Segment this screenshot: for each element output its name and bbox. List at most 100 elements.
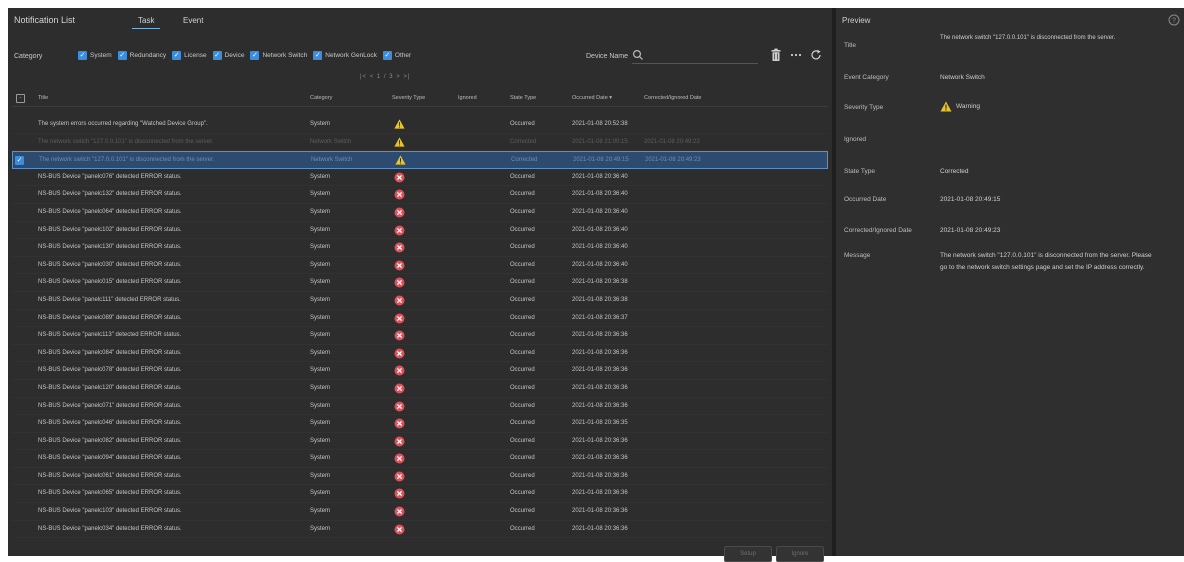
- pagination[interactable]: |< < 1 / 3 > >|: [360, 74, 410, 80]
- table-row[interactable]: NS-BUS Device "panelc034" detected ERROR…: [12, 521, 828, 539]
- table-row[interactable]: NS-BUS Device "panelc103" detected ERROR…: [12, 503, 828, 521]
- cell-occurred-date: 2021-01-08 20:36:40: [572, 208, 628, 215]
- error-icon: [394, 365, 405, 376]
- cell-category: System: [310, 402, 331, 409]
- table-row[interactable]: NS-BUS Device "panelc102" detected ERROR…: [12, 222, 828, 240]
- column-header-state[interactable]: State Type: [510, 95, 536, 101]
- cell-category: System: [310, 226, 331, 233]
- table-row[interactable]: NS-BUS Device "panelc076" detected ERROR…: [12, 169, 828, 187]
- cell-title: NS-BUS Device "panelc064" detected ERROR…: [38, 208, 182, 215]
- cell-title: NS-BUS Device "panelc061" detected ERROR…: [38, 472, 182, 479]
- table-row[interactable]: NS-BUS Device "panelc113" detected ERROR…: [12, 327, 828, 345]
- select-all-checkbox[interactable]: -: [16, 94, 25, 103]
- table-header: - Title Category Severity Type Ignored S…: [12, 91, 828, 107]
- table-row[interactable]: NS-BUS Device "panelc046" detected ERROR…: [12, 415, 828, 433]
- tab-event[interactable]: Event: [183, 16, 203, 25]
- table-row[interactable]: NS-BUS Device "panelc064" detected ERROR…: [12, 204, 828, 222]
- checkbox-checked-icon[interactable]: ✓: [212, 51, 222, 60]
- cell-category: System: [310, 314, 331, 321]
- table-row[interactable]: NS-BUS Device "panelc061" detected ERROR…: [12, 468, 828, 486]
- table-row[interactable]: The system errors occurred regarding "Wa…: [12, 116, 828, 134]
- checkbox-checked-icon[interactable]: ✓: [78, 51, 87, 60]
- cell-state: Occurred: [510, 332, 535, 339]
- more-icon[interactable]: [790, 52, 802, 58]
- device-name-input[interactable]: [648, 49, 756, 62]
- table-row[interactable]: NS-BUS Device "panelc094" detected ERROR…: [12, 450, 828, 468]
- category-checkbox-network-switch[interactable]: ✓ Network Switch: [250, 51, 307, 60]
- category-checkbox-network-genlock[interactable]: ✓ Network GenLock: [313, 51, 377, 60]
- ignore-button[interactable]: Ignore: [776, 546, 824, 562]
- category-checkbox-device[interactable]: ✓ Device: [212, 51, 244, 60]
- cell-occurred-date: 2021-01-08 20:36:36: [572, 437, 628, 444]
- cell-category: System: [310, 296, 331, 303]
- cell-occurred-date: 2021-01-08 20:36:36: [572, 508, 628, 515]
- cell-state: Occurred: [510, 349, 535, 356]
- checkbox-checked-icon[interactable]: ✓: [313, 51, 323, 60]
- table-row[interactable]: NS-BUS Device "panelc111" detected ERROR…: [12, 292, 828, 310]
- preview-ignored-key: Ignored: [844, 136, 867, 143]
- checkbox-checked-icon[interactable]: ✓: [117, 51, 127, 60]
- category-checkbox-redundancy[interactable]: ✓ Redundancy: [117, 51, 167, 60]
- cell-occurred-date: 2021-01-08 21:00:15: [572, 138, 628, 145]
- column-header-title[interactable]: Title: [38, 95, 48, 101]
- category-checkbox-label: Network Switch: [262, 52, 308, 59]
- table-row[interactable]: NS-BUS Device "panelc120" detected ERROR…: [12, 380, 828, 398]
- table-row[interactable]: NS-BUS Device "panelc071" detected ERROR…: [12, 398, 828, 416]
- table-row[interactable]: NS-BUS Device "panelc082" detected ERROR…: [12, 433, 828, 451]
- preview-message-key: Message: [844, 252, 871, 259]
- table-row[interactable]: NS-BUS Device "panelc132" detected ERROR…: [12, 186, 828, 204]
- cell-occurred-date: 2021-01-08 20:36:36: [572, 349, 628, 356]
- cell-state: Occurred: [510, 420, 535, 427]
- cell-occurred-date: 2021-01-08 20:36:38: [572, 296, 628, 303]
- category-checkbox-label: System: [90, 52, 112, 59]
- cell-state: Occurred: [510, 402, 535, 409]
- column-header-corrected-date[interactable]: Corrected/Ignored Date: [644, 95, 701, 101]
- preview-severity-value: Warning: [956, 103, 980, 110]
- column-header-category[interactable]: Category: [310, 95, 332, 101]
- cell-category: System: [310, 208, 331, 215]
- table-row[interactable]: NS-BUS Device "panelc078" detected ERROR…: [12, 362, 828, 380]
- cell-occurred-date: 2021-01-08 20:36:37: [572, 314, 628, 321]
- cell-category: System: [310, 261, 331, 268]
- category-checkbox-label: Redundancy: [129, 52, 167, 59]
- error-icon: [394, 453, 405, 464]
- cell-title: NS-BUS Device "panelc103" detected ERROR…: [38, 508, 182, 515]
- help-icon[interactable]: ?: [1168, 14, 1180, 26]
- column-header-ignored[interactable]: Ignored: [458, 95, 477, 101]
- search-icon[interactable]: [632, 49, 644, 61]
- table-row[interactable]: NS-BUS Device "panelc065" detected ERROR…: [12, 485, 828, 504]
- row-checkbox[interactable]: ✓: [15, 156, 24, 166]
- table-row[interactable]: NS-BUS Device "panelc030" detected ERROR…: [12, 257, 828, 275]
- refresh-icon[interactable]: [810, 49, 822, 61]
- category-checkbox-other[interactable]: ✓ Other: [382, 51, 411, 60]
- checkbox-checked-icon[interactable]: ✓: [382, 51, 392, 60]
- table-row[interactable]: ✓ The network switch "127.0.0.101" is dis…: [12, 151, 828, 169]
- cell-severity: [394, 365, 405, 378]
- preview-title-value: The network switch "127.0.0.101" is disc…: [940, 35, 1116, 41]
- tab-task[interactable]: Task: [131, 16, 162, 29]
- setup-button[interactable]: Setup: [724, 546, 772, 562]
- cell-severity: [394, 330, 405, 343]
- table-row[interactable]: NS-BUS Device "panelc130" detected ERROR…: [12, 239, 828, 257]
- column-header-occurred-date[interactable]: Occurred Date ▾: [572, 95, 612, 101]
- table-row[interactable]: NS-BUS Device "panelc089" detected ERROR…: [12, 310, 828, 328]
- category-checkbox-license[interactable]: ✓ License: [172, 51, 207, 60]
- checkbox-checked-icon[interactable]: ✓: [250, 51, 260, 60]
- preview-panel: Preview ? Title The network switch "127.…: [836, 8, 1184, 556]
- column-header-severity[interactable]: Severity Type: [392, 95, 425, 101]
- trash-icon[interactable]: [770, 48, 782, 62]
- cell-category: System: [310, 332, 331, 339]
- cell-title: NS-BUS Device "panelc078" detected ERROR…: [38, 367, 182, 374]
- table-row[interactable]: NS-BUS Device "panelc015" detected ERROR…: [12, 274, 828, 292]
- checkbox-checked-icon[interactable]: ✓: [172, 51, 182, 60]
- category-checkbox-system[interactable]: ✓ System: [78, 51, 112, 60]
- error-icon: [394, 488, 405, 499]
- cell-state: Occurred: [510, 367, 535, 374]
- cell-severity: [394, 506, 405, 519]
- error-icon: [394, 506, 405, 517]
- table-row[interactable]: NS-BUS Device "panelc084" detected ERROR…: [12, 345, 828, 363]
- cell-title: NS-BUS Device "panelc015" detected ERROR…: [38, 279, 182, 286]
- cell-severity: [394, 189, 405, 202]
- table-row[interactable]: The network switch "127.0.0.101" is disc…: [12, 134, 828, 152]
- cell-category: System: [310, 490, 331, 497]
